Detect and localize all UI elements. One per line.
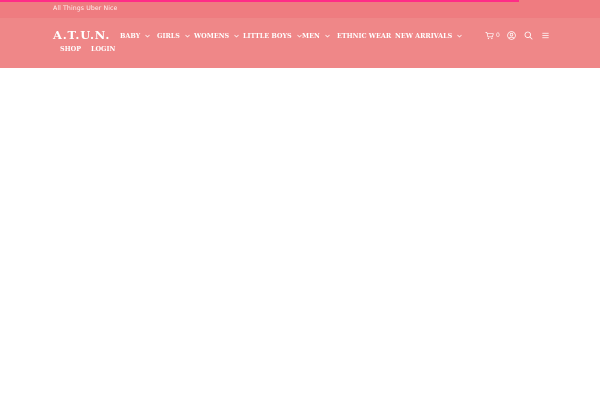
chevron-down-icon (185, 34, 190, 38)
cart-icon[interactable] (484, 30, 495, 41)
chevron-down-icon (457, 34, 462, 38)
chevron-down-icon (296, 34, 302, 38)
site-header: A.T.U.N. BABY GIRLS WOMENS LITTLE BOYS M… (0, 18, 600, 68)
nav-item-label: MEN (302, 32, 320, 40)
nav-item-new-arrivals[interactable]: NEW ARRIVALS (395, 32, 462, 40)
nav-item-label: ETHNIC WEAR (337, 32, 392, 40)
chevron-down-icon (234, 34, 239, 38)
nav-item-girls[interactable]: GIRLS (157, 32, 190, 40)
nav-item-ethnic-wear[interactable]: ETHNIC WEAR (337, 32, 391, 40)
site-logo[interactable]: A.T.U.N. (53, 28, 110, 42)
nav-item-label: NEW ARRIVALS (395, 32, 453, 40)
site-tagline: All Things Uber Nice (53, 5, 118, 12)
nav-item-label: LITTLE BOYS (243, 32, 292, 40)
nav-item-womens[interactable]: WOMENS (194, 32, 239, 40)
nav-item-label: BABY (120, 32, 141, 40)
nav-item-label: GIRLS (157, 32, 180, 40)
nav-item-login[interactable]: LOGIN (91, 45, 115, 53)
main-content (0, 68, 600, 400)
page-load-progress-bar (0, 0, 519, 2)
top-bar: All Things Uber Nice (0, 0, 600, 18)
nav-item-little-boys[interactable]: LITTLE BOYS (243, 32, 302, 40)
menu-icon[interactable] (540, 30, 551, 41)
user-account-icon[interactable] (506, 30, 517, 41)
chevron-down-icon (325, 34, 330, 38)
chevron-down-icon (145, 34, 150, 38)
cart-count: 0 (496, 32, 500, 39)
nav-item-label: SHOP (60, 45, 82, 53)
nav-item-label: WOMENS (194, 32, 230, 40)
search-icon[interactable] (523, 30, 534, 41)
nav-item-shop[interactable]: SHOP (60, 45, 81, 53)
nav-item-men[interactable]: MEN (302, 32, 330, 40)
nav-item-label: LOGIN (91, 45, 116, 53)
nav-item-baby[interactable]: BABY (120, 32, 150, 40)
